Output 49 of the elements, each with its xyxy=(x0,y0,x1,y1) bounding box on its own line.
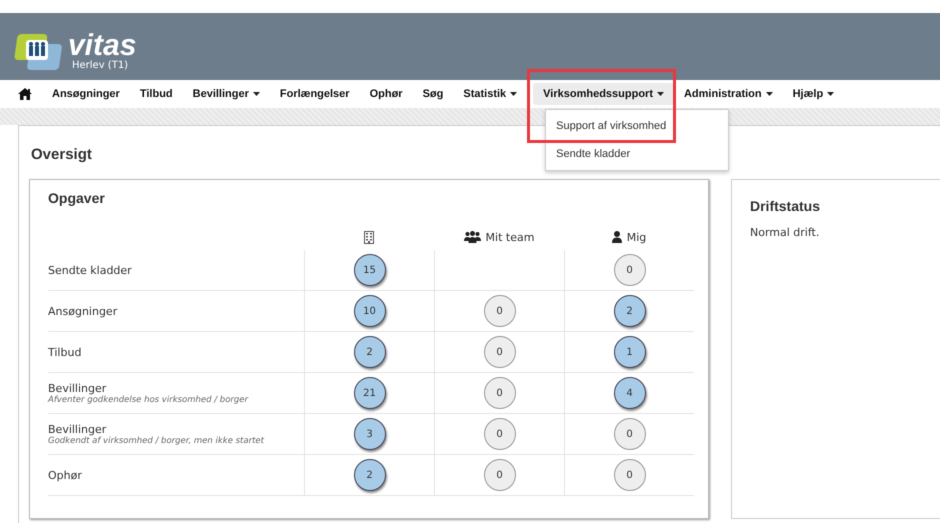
count-badge[interactable]: 0 xyxy=(484,336,516,368)
count-badge[interactable]: 2 xyxy=(354,459,386,491)
count-badge[interactable]: 0 xyxy=(484,377,516,409)
task-name: Bevillinger xyxy=(48,422,106,436)
task-name: Ansøgninger xyxy=(48,304,118,318)
person-icon xyxy=(612,231,622,243)
dropdown-item[interactable]: Sendte kladder xyxy=(546,140,728,168)
location-label: Herlev (T1) xyxy=(72,60,130,72)
nav-menu-item[interactable]: Søg xyxy=(412,83,454,105)
count-badge[interactable]: 0 xyxy=(614,418,646,450)
status-text: Normal drift. xyxy=(750,226,820,239)
count-badge[interactable]: 10 xyxy=(354,295,386,327)
logo-wordmark: vitas xyxy=(68,32,136,60)
count-badge[interactable]: 0 xyxy=(614,254,646,286)
count-badge[interactable]: 0 xyxy=(484,295,516,327)
nav-menu-item[interactable]: Bevillinger xyxy=(182,83,270,105)
count-badge[interactable]: 0 xyxy=(484,459,516,491)
count-badge[interactable]: 3 xyxy=(354,418,386,450)
nav-menu-item[interactable]: Administration xyxy=(674,83,783,105)
page-title: Oversigt xyxy=(30,145,92,165)
column-header: Mig xyxy=(626,230,646,244)
count-badge[interactable]: 0 xyxy=(484,418,516,450)
count-badge[interactable]: 2 xyxy=(614,295,646,327)
count-badge[interactable]: 15 xyxy=(354,254,386,286)
card-title: Driftstatus xyxy=(750,198,822,214)
card-title: Opgaver xyxy=(48,190,106,206)
count-badge[interactable]: 4 xyxy=(614,377,646,409)
task-name: Ophør xyxy=(48,468,82,482)
task-name: Tilbud xyxy=(48,346,82,358)
group-icon xyxy=(464,231,481,243)
count-badge[interactable]: 21 xyxy=(354,377,386,409)
count-badge[interactable]: 0 xyxy=(614,459,646,491)
nav-menu-item[interactable]: Hjælp xyxy=(782,83,844,105)
nav-menu-item[interactable]: Virksomhedssupport xyxy=(533,83,674,105)
task-name: Bevillinger xyxy=(48,382,106,394)
building-icon xyxy=(364,230,374,244)
task-note: Afventer godkendelse hos virksomhed / borger xyxy=(48,394,248,404)
task-name: Sendte kladder xyxy=(48,264,132,276)
dropdown-item[interactable]: Support af virksomhed xyxy=(546,112,728,140)
nav-menu-item[interactable]: Ansøgninger xyxy=(42,83,130,105)
nav-menu-item[interactable]: Statistik xyxy=(453,83,528,105)
count-badge[interactable]: 1 xyxy=(614,336,646,368)
nav-menu-item[interactable]: Tilbud xyxy=(130,83,183,105)
column-header: Mit team xyxy=(486,230,534,244)
nav-menu-item[interactable]: Ophør xyxy=(360,83,413,105)
nav-menu-item[interactable]: Forlængelser xyxy=(270,83,360,105)
home-icon[interactable] xyxy=(18,88,32,100)
task-note: Godkendt af virksomhed / borger, men ikke startet xyxy=(48,436,264,446)
count-badge[interactable]: 2 xyxy=(354,336,386,368)
